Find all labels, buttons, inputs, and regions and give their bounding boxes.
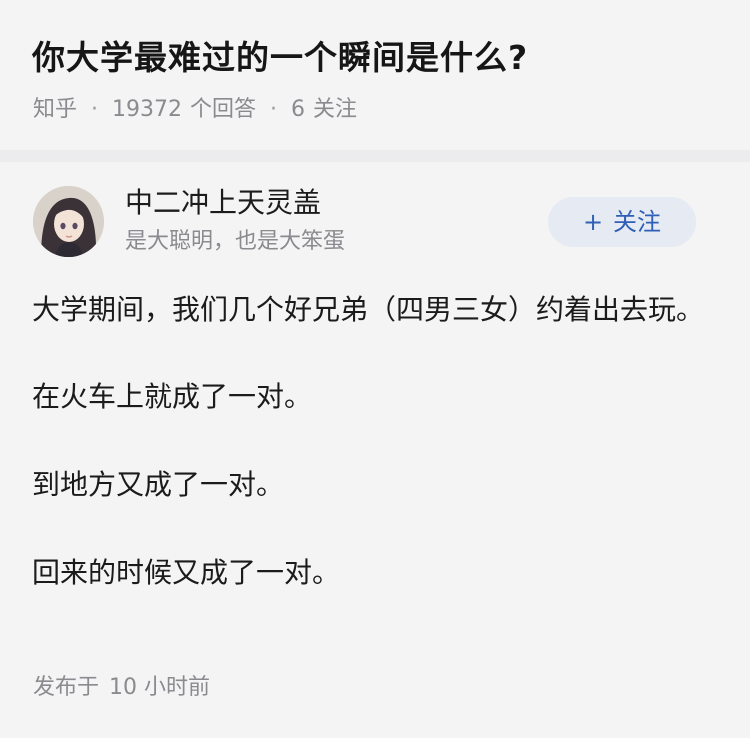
answer-paragraph: 到地方又成了一对。 [32, 468, 285, 501]
answer-paragraph: 在火车上就成了一对。 [32, 380, 313, 413]
meta-separator: · [91, 97, 99, 122]
answer-count: 19372 [112, 97, 183, 122]
answer-content[interactable]: 大学期间，我们几个好兄弟（四男三女）约着出去玩。 在火车上就成了一对。 到地方又… [32, 288, 712, 639]
answer-paragraph: 大学期间，我们几个好兄弟（四男三女）约着出去玩。 [32, 293, 705, 326]
publish-info: 发布于 10 小时前 [33, 674, 210, 702]
meta-separator: · [270, 97, 278, 122]
avatar-illustration [33, 186, 104, 257]
plus-icon: + [582, 208, 604, 236]
published-time: 10 小时前 [109, 675, 211, 700]
answer-paragraph: 回来的时候又成了一对。 [32, 556, 341, 589]
author-headline: 是大聪明，也是大笨蛋 [125, 229, 346, 254]
follow-button[interactable]: + 关注 [548, 197, 696, 247]
question-meta: 知乎 · 19372 个回答 · 6 关注 [33, 96, 357, 124]
question-title[interactable]: 你大学最难过的一个瞬间是什么? [32, 38, 732, 78]
published-label: 发布于 [33, 675, 100, 700]
section-divider [0, 150, 750, 162]
author-name[interactable]: 中二冲上天灵盖 [125, 185, 321, 221]
source-label[interactable]: 知乎 [33, 97, 77, 122]
zhihu-question-page: 你大学最难过的一个瞬间是什么? 知乎 · 19372 个回答 · 6 关注 中二冲上天灵盖 … [0, 0, 750, 738]
avatar[interactable] [33, 186, 104, 257]
follow-button-label: 关注 [613, 208, 662, 236]
follower-count: 6 [291, 97, 306, 122]
answer-count-label: 个回答 [190, 97, 257, 122]
author-row: 中二冲上天灵盖 是大聪明，也是大笨蛋 + 关注 [33, 183, 723, 263]
follower-count-label: 关注 [313, 97, 358, 122]
